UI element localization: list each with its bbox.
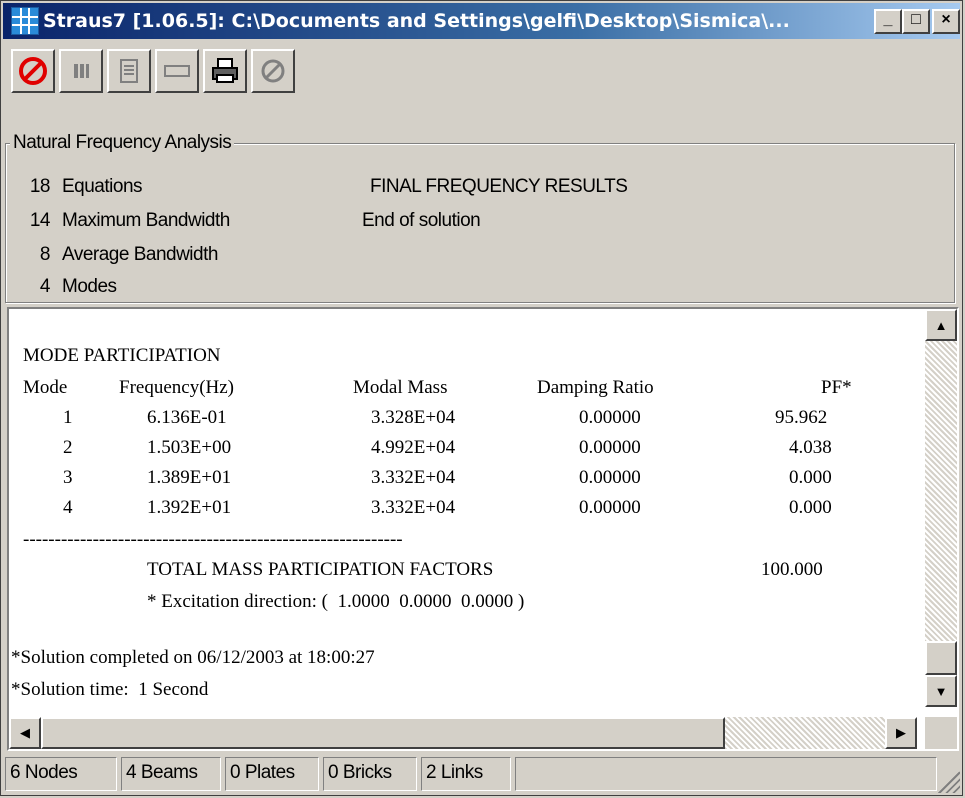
arrow-left-icon: ◀ bbox=[20, 725, 30, 740]
scroll-down-button[interactable]: ▼ bbox=[925, 675, 957, 707]
pause-icon bbox=[74, 64, 89, 78]
scroll-corner bbox=[925, 717, 957, 749]
window-button[interactable] bbox=[155, 49, 199, 93]
row3-modal-mass: 3.332E+04 bbox=[371, 467, 456, 488]
refresh-icon bbox=[261, 59, 285, 83]
arrow-up-icon: ▲ bbox=[934, 317, 948, 333]
scroll-up-button[interactable]: ▲ bbox=[925, 309, 957, 341]
stat-max-bandwidth: 14 Maximum Bandwidth bbox=[10, 210, 230, 232]
status-bar: 6 Nodes 4 Beams 0 Plates 0 Bricks 2 Link… bbox=[5, 757, 959, 791]
solution-time: *Solution time: 1 Second bbox=[11, 679, 209, 700]
status-links: 2 Links bbox=[421, 757, 511, 791]
minimize-window-icon bbox=[164, 65, 190, 77]
stat-avg-bandwidth: 8 Average Bandwidth bbox=[10, 244, 219, 266]
row2-modal-mass: 4.992E+04 bbox=[371, 437, 456, 458]
solution-completed: *Solution completed on 06/12/2003 at 18:… bbox=[11, 647, 375, 668]
stop-icon bbox=[19, 57, 47, 85]
end-solution-message: End of solution bbox=[362, 210, 481, 231]
status-bricks: 0 Bricks bbox=[323, 757, 417, 791]
stat-value: 18 bbox=[29, 176, 51, 197]
close-button[interactable]: × bbox=[932, 9, 960, 34]
solution-output[interactable]: MODE PARTICIPATION Mode Frequency(Hz) Mo… bbox=[7, 307, 959, 751]
stop-button[interactable] bbox=[11, 49, 55, 93]
app-grid-icon bbox=[11, 7, 39, 35]
excitation-direction: * Excitation direction: ( 1.0000 0.0000 … bbox=[147, 591, 525, 612]
title-bar[interactable]: Straus7 [1.06.5]: C:\Documents and Setti… bbox=[3, 3, 960, 39]
status-nodes: 6 Nodes bbox=[5, 757, 117, 791]
separator-line: ----------------------------------------… bbox=[23, 529, 403, 550]
analysis-caption: Natural Frequency Analysis bbox=[10, 132, 235, 154]
row3-damping: 0.00000 bbox=[579, 467, 641, 488]
row3-frequency: 1.389E+01 bbox=[147, 467, 232, 488]
row1-damping: 0.00000 bbox=[579, 407, 641, 428]
output-heading: MODE PARTICIPATION bbox=[23, 345, 221, 366]
status-empty bbox=[515, 757, 937, 791]
stat-value: 14 bbox=[29, 210, 51, 231]
resize-grip-icon[interactable] bbox=[938, 771, 960, 793]
notes-button[interactable] bbox=[107, 49, 151, 93]
minimize-button[interactable]: _ bbox=[874, 9, 902, 34]
stat-modes: 4 Modes bbox=[10, 276, 117, 298]
row3-mode: 3 bbox=[63, 467, 73, 488]
row1-pf: 95.962 bbox=[775, 407, 828, 428]
vertical-scrollbar[interactable]: ▲ ▼ bbox=[925, 309, 957, 707]
row2-pf: 4.038 bbox=[789, 437, 832, 458]
row1-mode: 1 bbox=[63, 407, 73, 428]
analysis-group: Natural Frequency Analysis 18 Equations 1… bbox=[5, 132, 955, 303]
scroll-right-button[interactable]: ▶ bbox=[885, 717, 917, 749]
stat-equations: 18 Equations bbox=[10, 176, 143, 198]
row4-frequency: 1.392E+01 bbox=[147, 497, 232, 518]
arrow-right-icon: ▶ bbox=[896, 725, 906, 740]
row2-damping: 0.00000 bbox=[579, 437, 641, 458]
scroll-left-button[interactable]: ◀ bbox=[9, 717, 41, 749]
notes-icon bbox=[120, 59, 138, 83]
horizontal-scrollbar[interactable]: ◀ ▶ bbox=[9, 717, 917, 749]
stat-label: Equations bbox=[62, 176, 143, 197]
col-pf-header: PF* bbox=[821, 377, 852, 398]
pause-button[interactable] bbox=[59, 49, 103, 93]
app-window: Straus7 [1.06.5]: C:\Documents and Setti… bbox=[0, 0, 963, 796]
status-beams: 4 Beams bbox=[121, 757, 221, 791]
col-damping-header: Damping Ratio bbox=[537, 377, 654, 398]
toolbar bbox=[11, 49, 295, 95]
col-modal-mass-header: Modal Mass bbox=[353, 377, 448, 398]
print-icon bbox=[212, 58, 238, 83]
stat-value: 4 bbox=[39, 276, 51, 297]
window-title: Straus7 [1.06.5]: C:\Documents and Setti… bbox=[43, 10, 790, 32]
vertical-scroll-thumb[interactable] bbox=[925, 641, 957, 675]
row2-frequency: 1.503E+00 bbox=[147, 437, 232, 458]
stat-label: Average Bandwidth bbox=[62, 244, 218, 265]
col-frequency-header: Frequency(Hz) bbox=[119, 377, 235, 398]
final-results-message: FINAL FREQUENCY RESULTS bbox=[370, 176, 628, 197]
row4-damping: 0.00000 bbox=[579, 497, 641, 518]
total-mass-value: 100.000 bbox=[761, 559, 823, 580]
total-mass-label: TOTAL MASS PARTICIPATION FACTORS bbox=[147, 559, 494, 580]
row4-mode: 4 bbox=[63, 497, 73, 518]
refresh-button[interactable] bbox=[251, 49, 295, 93]
row3-pf: 0.000 bbox=[789, 467, 832, 488]
row4-pf: 0.000 bbox=[789, 497, 832, 518]
stat-label: Maximum Bandwidth bbox=[62, 210, 230, 231]
output-text-area: MODE PARTICIPATION Mode Frequency(Hz) Mo… bbox=[9, 309, 917, 707]
stat-label: Modes bbox=[62, 276, 117, 297]
status-plates: 0 Plates bbox=[225, 757, 319, 791]
col-mode-header: Mode bbox=[23, 377, 68, 398]
maximize-button[interactable]: □ bbox=[902, 9, 930, 34]
row4-modal-mass: 3.332E+04 bbox=[371, 497, 456, 518]
print-button[interactable] bbox=[203, 49, 247, 93]
row2-mode: 2 bbox=[63, 437, 73, 458]
row1-modal-mass: 3.328E+04 bbox=[371, 407, 456, 428]
arrow-down-icon: ▼ bbox=[934, 683, 948, 699]
horizontal-scroll-thumb[interactable] bbox=[41, 717, 725, 749]
stat-value: 8 bbox=[39, 244, 51, 265]
row1-frequency: 6.136E-01 bbox=[147, 407, 227, 428]
